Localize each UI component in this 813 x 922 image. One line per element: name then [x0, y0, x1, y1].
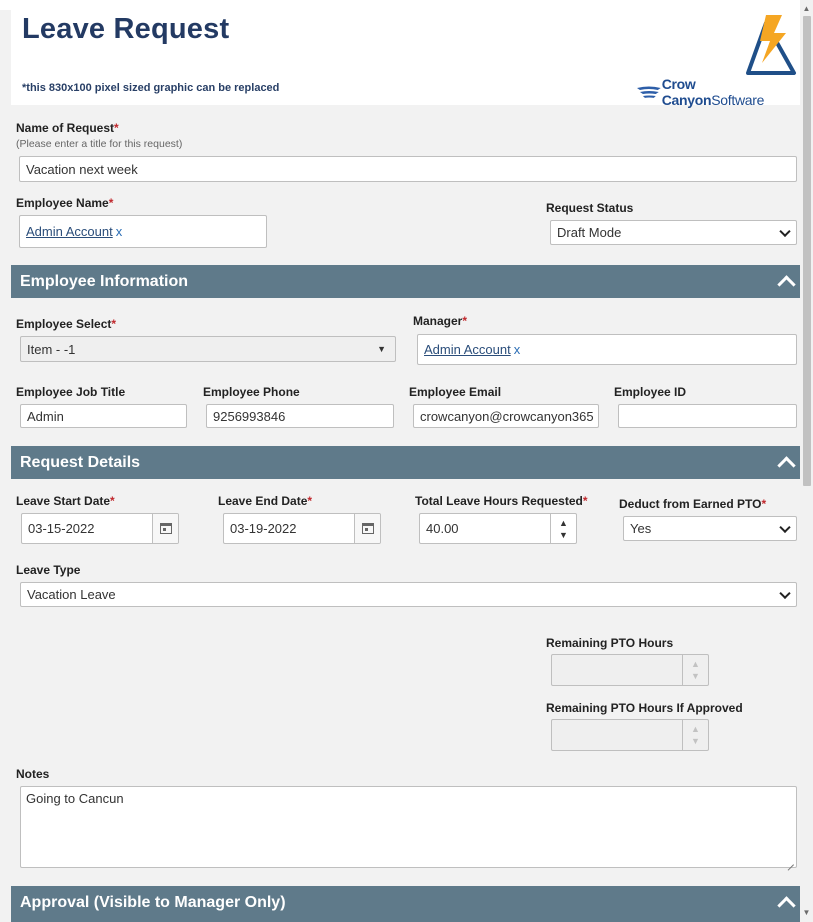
calendar-icon: [159, 523, 172, 534]
job-title-input[interactable]: Admin: [20, 404, 187, 428]
section-request-details[interactable]: Request Details: [11, 446, 800, 479]
page-title: Leave Request: [22, 13, 230, 45]
start-date-label: Leave Start Date*: [16, 494, 115, 508]
lightning-logo-icon: [746, 15, 796, 75]
spin-up-icon: ▲: [691, 659, 700, 669]
total-hours-stepper[interactable]: ▲ ▼: [550, 514, 576, 543]
frame-top: [0, 0, 813, 10]
chevron-down-icon: [779, 521, 791, 533]
employee-select-label: Employee Select*: [16, 317, 117, 331]
phone-label: Employee Phone: [203, 385, 300, 399]
employee-id-label: Employee ID: [614, 385, 687, 399]
remaining-pto-approved-stepper: ▲ ▼: [682, 720, 708, 750]
employee-name-value[interactable]: Admin Account: [26, 224, 113, 239]
header-note: *this 830x100 pixel sized graphic can be…: [22, 82, 280, 94]
spin-down-icon[interactable]: ▼: [559, 529, 568, 541]
calendar-icon: [361, 523, 374, 534]
start-date-input[interactable]: 03-15-2022: [21, 513, 179, 544]
manager-value[interactable]: Admin Account: [424, 342, 511, 357]
employee-name-label: Employee Name*: [16, 196, 114, 210]
job-title-label: Employee Job Title: [16, 385, 126, 399]
end-date-calendar-button[interactable]: [354, 514, 380, 543]
caret-down-icon: ▼: [377, 344, 386, 354]
manager-picker[interactable]: Admin Account x: [417, 334, 797, 365]
brand-name: Crow CanyonSoftware: [661, 76, 765, 108]
remaining-pto-label: Remaining PTO Hours: [546, 636, 674, 650]
start-date-calendar-button[interactable]: [152, 514, 178, 543]
section-employee-information[interactable]: Employee Information: [11, 265, 800, 298]
scrollbar-thumb[interactable]: [803, 16, 811, 486]
spin-down-icon: ▼: [691, 736, 700, 746]
chevron-up-icon[interactable]: [777, 454, 795, 470]
vertical-scrollbar[interactable]: ▲ ▼: [800, 0, 813, 922]
chevron-up-icon[interactable]: [777, 894, 795, 910]
employee-select-dropdown[interactable]: Item - -1 ▼: [20, 336, 396, 362]
spin-down-icon: ▼: [691, 671, 700, 681]
leave-type-select[interactable]: Vacation Leave: [20, 582, 797, 607]
scroll-down-icon[interactable]: ▼: [800, 906, 813, 920]
spin-up-icon[interactable]: ▲: [559, 517, 568, 529]
leave-type-label: Leave Type: [16, 563, 81, 577]
notes-textarea[interactable]: Going to Cancun: [20, 786, 797, 868]
request-name-hint: (Please enter a title for this request): [16, 138, 183, 150]
request-name-label: Name of Request*: [16, 121, 119, 135]
deduct-pto-select[interactable]: Yes: [623, 516, 797, 541]
section-title: Request Details: [20, 454, 141, 471]
scroll-up-icon[interactable]: ▲: [800, 2, 813, 16]
remove-employee-button[interactable]: x: [116, 224, 123, 239]
employee-name-picker[interactable]: Admin Account x: [19, 215, 267, 248]
notes-label: Notes: [16, 767, 50, 781]
section-approval[interactable]: Approval (Visible to Manager Only): [11, 886, 800, 922]
phone-input[interactable]: 9256993846: [206, 404, 394, 428]
email-label: Employee Email: [409, 385, 502, 399]
remaining-pto-approved-label: Remaining PTO Hours If Approved: [546, 701, 743, 715]
remaining-pto-stepper: ▲ ▼: [682, 655, 708, 685]
crow-wing-icon: [636, 86, 661, 98]
chevron-down-icon: [779, 587, 791, 599]
section-title: Approval (Visible to Manager Only): [20, 894, 286, 911]
deduct-pto-label: Deduct from Earned PTO*: [619, 497, 767, 511]
end-date-input[interactable]: 03-19-2022: [223, 513, 381, 544]
remove-manager-button[interactable]: x: [514, 342, 521, 357]
request-name-input[interactable]: Vacation next week: [19, 156, 797, 182]
remaining-pto-input: ▲ ▼: [551, 654, 709, 686]
total-hours-label: Total Leave Hours Requested*: [415, 494, 588, 508]
end-date-label: Leave End Date*: [218, 494, 313, 508]
manager-label: Manager*: [413, 314, 468, 328]
brand-logo: Crow CanyonSoftware: [636, 76, 800, 108]
total-hours-input[interactable]: 40.00 ▲ ▼: [419, 513, 577, 544]
remaining-pto-approved-input: ▲ ▼: [551, 719, 709, 751]
request-status-label: Request Status: [546, 201, 634, 215]
chevron-down-icon: [779, 225, 791, 237]
header-banner: Leave Request *this 830x100 pixel sized …: [11, 10, 800, 108]
spin-up-icon: ▲: [691, 724, 700, 734]
employee-id-input[interactable]: [618, 404, 797, 428]
chevron-up-icon[interactable]: [777, 273, 795, 289]
form-page: Leave Request *this 830x100 pixel sized …: [0, 0, 813, 922]
section-title: Employee Information: [20, 273, 189, 290]
request-status-select[interactable]: Draft Mode: [550, 220, 797, 245]
email-input[interactable]: crowcanyon@crowcanyon365: [413, 404, 599, 428]
resize-grip-icon[interactable]: [787, 858, 795, 866]
